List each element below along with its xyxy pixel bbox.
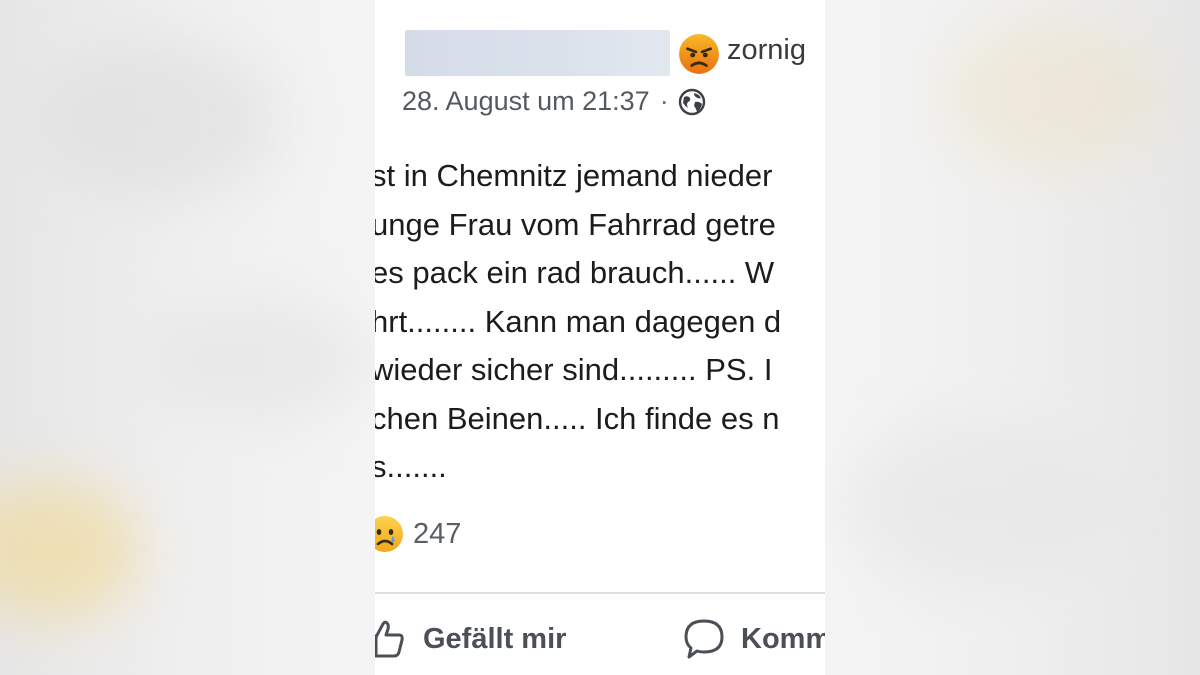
blurred-background-right xyxy=(825,0,1200,675)
like-button[interactable]: Gefällt mir xyxy=(375,616,566,662)
like-label: Gefällt mir xyxy=(423,622,567,655)
action-divider xyxy=(375,592,825,594)
blurred-background-left xyxy=(0,0,375,675)
facebook-post-card: zornig 28. August um 21:37 · st in Chemn… xyxy=(375,0,825,675)
reaction-summary[interactable]: 247 xyxy=(375,514,461,554)
post-body-line: unge Frau vom Fahrrad getre xyxy=(375,206,776,242)
post-body-line: st in Chemnitz jemand nieder xyxy=(375,158,773,193)
globe-icon[interactable] xyxy=(677,87,707,117)
post-timestamp[interactable]: 28. August um 21:37 xyxy=(402,86,650,117)
post-body-line: wieder sicher sind......... PS. I xyxy=(375,352,773,387)
post-body-line: hrt........ Kann man dagegen d xyxy=(375,303,782,339)
meta-separator: · xyxy=(659,86,669,116)
post-body: st in Chemnitz jemand nieder unge Frau v… xyxy=(375,152,825,492)
comment-button[interactable]: Komm xyxy=(681,616,825,662)
thumbs-up-icon xyxy=(375,620,404,658)
post-body-line: s....... xyxy=(375,449,447,484)
sad-reaction-icon xyxy=(375,514,405,554)
reaction-count[interactable]: 247 xyxy=(413,518,461,551)
post-meta: 28. August um 21:37 · xyxy=(402,86,707,117)
post-body-line: chen Beinen..... Ich finde es n xyxy=(375,400,780,436)
angry-face-icon xyxy=(678,33,720,75)
comment-label: Komm xyxy=(741,622,825,655)
redacted-author-name[interactable] xyxy=(405,30,670,76)
feeling-label[interactable]: zornig xyxy=(727,34,806,67)
comment-bubble-icon xyxy=(684,619,724,659)
post-body-line: es pack ein rad brauch...... W xyxy=(375,255,775,290)
